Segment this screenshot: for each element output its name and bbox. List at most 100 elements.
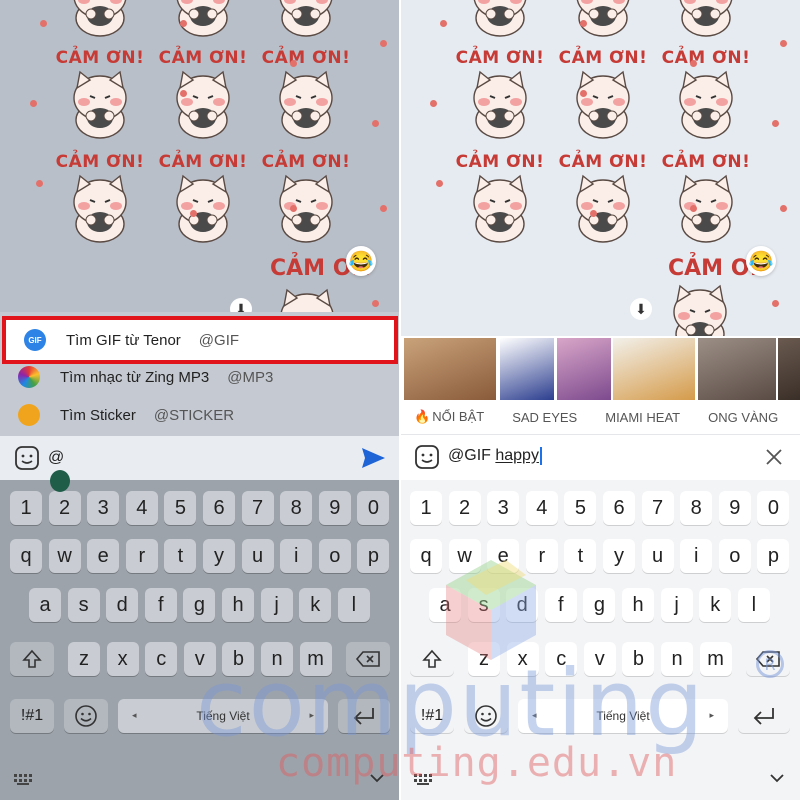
download-icon[interactable]: ⬇ [630, 298, 652, 320]
key-u[interactable]: u [641, 539, 674, 573]
gif-category-tab[interactable]: 🔥 NỔI BẬT [414, 409, 484, 425]
sticker-message[interactable]: CẢM ƠN! [656, 152, 756, 252]
key-y[interactable]: y [603, 539, 635, 573]
sticker-message[interactable]: CẢM ƠN! [256, 152, 356, 252]
key-v[interactable]: v [583, 642, 616, 676]
key-s[interactable]: s [67, 588, 100, 622]
key-x[interactable]: x [106, 642, 139, 676]
sticker-message[interactable]: CẢM ƠN! [153, 48, 253, 148]
key-j[interactable]: j [260, 588, 293, 622]
key-r[interactable]: r [525, 539, 558, 573]
sticker-message[interactable]: CẢM ƠN! [50, 0, 150, 46]
key-1[interactable]: 1 [10, 491, 42, 525]
sticker-message[interactable]: CẢM ƠN! [50, 152, 150, 252]
key-9[interactable]: 9 [718, 491, 751, 525]
sticker-message[interactable]: CẢM ƠN! [553, 152, 653, 252]
clear-icon[interactable] [764, 447, 784, 467]
key-6[interactable]: 6 [203, 491, 235, 525]
baby-face-gif[interactable] [404, 338, 496, 400]
key-3[interactable]: 3 [487, 491, 520, 525]
key-p[interactable]: p [757, 539, 790, 573]
sticker-message[interactable]: CẢM ƠN! [450, 152, 550, 252]
key-4[interactable]: 4 [125, 491, 158, 525]
key-1[interactable]: 1 [410, 491, 442, 525]
key-6[interactable]: 6 [603, 491, 635, 525]
chat-area[interactable]: CẢM ƠN! CẢM ƠN! CẢM ƠN! CẢM ƠN! CẢM ƠN! CẢM Ơ… [0, 0, 400, 357]
key-f[interactable]: f [544, 588, 577, 622]
gif-category-tab[interactable]: ONG VÀNG [708, 410, 778, 425]
pink-character-gif[interactable] [557, 338, 611, 400]
keyboard-grid-icon[interactable] [14, 773, 32, 791]
hide-keyboard-chevron-icon[interactable] [770, 770, 784, 788]
key-e[interactable]: e [487, 539, 520, 573]
key-r[interactable]: r [125, 539, 158, 573]
sticker-message[interactable]: CẢM ƠN! [256, 0, 356, 46]
key-8[interactable]: 8 [280, 491, 313, 525]
key-t[interactable]: t [564, 539, 597, 573]
keyboard-grid-icon[interactable] [414, 773, 432, 791]
key-0[interactable]: 0 [357, 491, 390, 525]
key-m[interactable]: m [699, 642, 732, 676]
key-h[interactable]: h [222, 588, 254, 622]
reaction-emoji-icon[interactable]: 😂 [746, 246, 776, 276]
symbols-key[interactable]: !#1 [10, 699, 54, 733]
key-f[interactable]: f [144, 588, 177, 622]
key-0[interactable]: 0 [757, 491, 790, 525]
key-y[interactable]: y [203, 539, 235, 573]
key-l[interactable]: l [737, 588, 770, 622]
backspace-key[interactable] [746, 642, 790, 676]
key-p[interactable]: p [357, 539, 390, 573]
sticker-smiley-icon[interactable] [14, 445, 40, 471]
sticker-message[interactable]: CẢM ƠN! [553, 48, 653, 148]
shift-key[interactable] [10, 642, 54, 676]
sticker-message[interactable]: CẢM ƠN! [50, 48, 150, 148]
key-d[interactable]: d [506, 588, 539, 622]
dancing-baby-gif[interactable] [698, 338, 776, 400]
key-q[interactable]: q [10, 539, 42, 573]
key-x[interactable]: x [506, 642, 539, 676]
key-k[interactable]: k [699, 588, 732, 622]
key-a[interactable]: a [29, 588, 61, 622]
key-4[interactable]: 4 [525, 491, 558, 525]
key-8[interactable]: 8 [680, 491, 713, 525]
suggestion-item[interactable]: Tìm nhạc từ Zing MP3 @MP3 [0, 358, 400, 396]
space-key[interactable]: ◂ Tiếng Việt ▸ [518, 699, 728, 733]
sticker-smiley-icon[interactable] [414, 444, 440, 470]
backspace-key[interactable] [346, 642, 390, 676]
gif-category-tab[interactable]: MIAMI HEAT [605, 410, 680, 425]
key-7[interactable]: 7 [241, 491, 274, 525]
key-w[interactable]: w [448, 539, 481, 573]
key-k[interactable]: k [299, 588, 332, 622]
sticker-message[interactable]: CẢM ƠN! [450, 48, 550, 148]
reaction-emoji-icon[interactable]: 😂 [346, 246, 376, 276]
message-input-bar[interactable]: @GIF happy [400, 434, 800, 478]
text-cursor-handle[interactable] [50, 470, 70, 492]
key-j[interactable]: j [660, 588, 693, 622]
key-i[interactable]: i [680, 539, 713, 573]
key-i[interactable]: i [280, 539, 313, 573]
key-c[interactable]: c [145, 642, 178, 676]
key-l[interactable]: l [337, 588, 370, 622]
sticker-message[interactable]: CẢM ƠN! [256, 48, 356, 148]
enter-key[interactable] [338, 699, 390, 733]
key-d[interactable]: d [106, 588, 139, 622]
key-3[interactable]: 3 [87, 491, 120, 525]
key-e[interactable]: e [87, 539, 120, 573]
bears-celebrating-gif[interactable] [613, 338, 695, 400]
key-b[interactable]: b [222, 642, 255, 676]
enter-key[interactable] [738, 699, 790, 733]
shift-key[interactable] [410, 642, 454, 676]
key-b[interactable]: b [622, 642, 655, 676]
suggestion-item[interactable]: Tìm Sticker @STICKER [0, 396, 400, 434]
sticker-message[interactable]: CẢM ƠN! [553, 0, 653, 46]
send-icon[interactable] [360, 446, 386, 470]
key-2[interactable]: 2 [448, 491, 481, 525]
sticker-message[interactable]: CẢM ƠN! [450, 0, 550, 46]
key-g[interactable]: g [183, 588, 216, 622]
key-q[interactable]: q [410, 539, 442, 573]
message-input[interactable]: @GIF happy [448, 447, 542, 466]
key-2[interactable]: 2 [48, 491, 81, 525]
key-v[interactable]: v [183, 642, 216, 676]
key-m[interactable]: m [299, 642, 332, 676]
space-key[interactable]: ◂ Tiếng Việt ▸ [118, 699, 328, 733]
